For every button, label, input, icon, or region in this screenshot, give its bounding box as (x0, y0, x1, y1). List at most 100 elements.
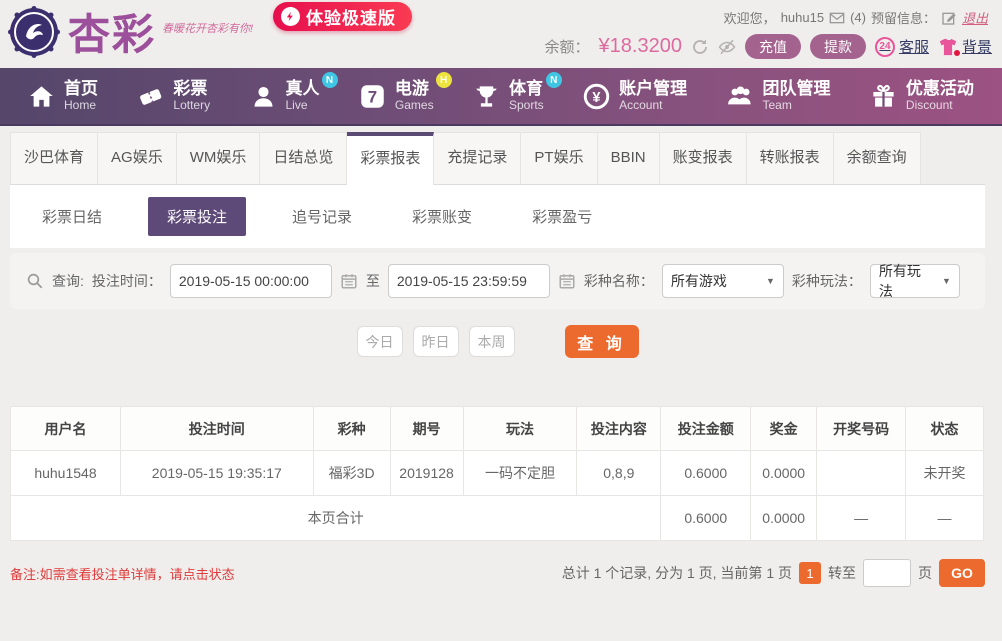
lottery-subtab-band: 彩票日结 彩票投注 追号记录 彩票账变 彩票盈亏 (10, 185, 985, 248)
mail-count[interactable]: (4) (850, 10, 866, 25)
edit-icon[interactable] (941, 10, 957, 26)
subtab-chase-records[interactable]: 追号记录 (278, 198, 366, 235)
tab-balance-query[interactable]: 余额查询 (833, 132, 921, 184)
nav-label-zh: 首页 (64, 79, 98, 99)
calendar-icon[interactable] (340, 272, 358, 290)
cell-status-link[interactable]: 未开奖 (905, 450, 984, 496)
subtab-lottery-profit-loss[interactable]: 彩票盈亏 (518, 198, 606, 235)
welcome-username: huhu15 (780, 10, 825, 25)
svg-text:7: 7 (368, 87, 377, 106)
nav-item-team[interactable]: 团队管理 Team (727, 79, 831, 112)
lightning-icon (281, 7, 300, 26)
main-navigation: 首页 Home 彩票 Lottery 真人 Live N 7 电游 Games H 体育… (0, 68, 1002, 126)
tab-ag[interactable]: AG娱乐 (98, 132, 177, 184)
background-link[interactable]: 背景 (938, 36, 992, 57)
withdraw-button[interactable]: 提款 (809, 34, 866, 59)
today-button[interactable]: 今日 (356, 326, 403, 357)
bet-time-label: 投注时间： (91, 273, 162, 289)
customer-service-link[interactable]: 24 客服 (874, 36, 929, 57)
main-content: 沙巴体育 AG娱乐 WM娱乐 日结总览 彩票报表 充提记录 PT娱乐 BBIN … (9, 132, 985, 587)
calendar-icon[interactable] (558, 272, 576, 290)
play-type-select-value: 所有玩法 (878, 263, 921, 299)
tab-deposit-withdraw[interactable]: 充提记录 (434, 132, 522, 184)
tab-shaba-sports[interactable]: 沙巴体育 (10, 132, 99, 184)
ticket-icon (140, 88, 162, 105)
nav-item-games[interactable]: 7 电游 Games H (359, 72, 452, 112)
subtab-lottery-bets[interactable]: 彩票投注 (148, 197, 247, 236)
col-prize: 奖金 (750, 406, 818, 451)
yesterday-button[interactable]: 昨日 (412, 326, 459, 357)
subtab-lottery-daily[interactable]: 彩票日结 (28, 198, 116, 235)
tab-lottery-report[interactable]: 彩票报表 (347, 132, 435, 185)
summary-label: 本页合计 (9, 495, 662, 541)
background-label: 背景 (961, 39, 992, 56)
nav-label-en: Live (285, 97, 308, 112)
nav-label-en: Games (394, 97, 434, 112)
col-username: 用户名 (10, 406, 121, 451)
tab-account-change[interactable]: 账变报表 (659, 132, 747, 184)
brand-tagline: 春暖花开杏彩有你! (162, 23, 254, 35)
nav-label-en: Account (619, 97, 663, 112)
tab-transfer-report[interactable]: 转账报表 (746, 132, 834, 184)
cell-prize: 0.0000 (750, 450, 818, 496)
nav-item-account[interactable]: ¥ 账户管理 Account (583, 79, 687, 112)
recharge-button[interactable]: 充值 (744, 34, 801, 59)
summary-prize-total: 0.0000 (750, 495, 818, 541)
nav-label-en: Discount (905, 97, 953, 112)
col-status: 状态 (905, 406, 984, 451)
brand-name: 杏彩 (68, 6, 156, 64)
game-select-value: 所有游戏 (670, 273, 727, 289)
live-dealer-icon (254, 86, 272, 107)
cell-draw-number (816, 450, 907, 496)
home-icon (30, 85, 53, 107)
trophy-icon (476, 85, 497, 107)
game-seven-icon: 7 (361, 84, 384, 108)
top-header: 杏彩 春暖花开杏彩有你! 体验极速版 欢迎您， huhu15 (4) 预留信息：… (0, 0, 1002, 68)
chevron-down-icon: ▼ (765, 276, 775, 286)
table-header-row: 用户名 投注时间 彩种 期号 玩法 投注内容 投注金额 奖金 开奖号码 状态 (10, 406, 984, 451)
hot-badge: H (435, 72, 452, 89)
tab-bbin[interactable]: BBIN (597, 132, 660, 184)
col-play-type: 玩法 (462, 406, 578, 451)
nav-label-zh: 团队管理 (762, 79, 831, 99)
tab-daily-overview[interactable]: 日结总览 (260, 132, 348, 184)
col-bet-time: 投注时间 (119, 406, 314, 451)
cell-play-type: 一码不定胆 (462, 450, 578, 496)
nav-label-zh: 彩票 (173, 79, 208, 99)
logout-link[interactable]: 退出 (962, 8, 988, 27)
game-select[interactable]: 所有游戏 ▼ (661, 264, 784, 298)
bet-time-to-input[interactable] (387, 264, 550, 298)
play-type-select[interactable]: 所有玩法 ▼ (869, 263, 960, 299)
bet-time-from-input[interactable] (169, 264, 332, 298)
nav-item-sports[interactable]: 体育 Sports N (473, 72, 562, 112)
quick-filter-row: 今日 昨日 本周 查 询 (10, 325, 985, 358)
team-icon (727, 85, 751, 104)
nav-item-discount[interactable]: 优惠活动 Discount (870, 79, 974, 112)
nav-item-home[interactable]: 首页 Home (28, 79, 98, 112)
this-week-button[interactable]: 本周 (468, 326, 515, 357)
page-number-input[interactable] (863, 559, 911, 587)
summary-bet-total: 0.6000 (660, 495, 752, 541)
new-badge: N (321, 72, 338, 89)
brand-logo[interactable]: 杏彩 春暖花开杏彩有你! (8, 6, 253, 64)
bet-records-table: 用户名 投注时间 彩种 期号 玩法 投注内容 投注金额 奖金 开奖号码 状态 h… (9, 406, 984, 541)
cell-username: huhu1548 (10, 450, 121, 496)
tab-wm[interactable]: WM娱乐 (176, 132, 261, 184)
nav-item-lottery[interactable]: 彩票 Lottery (137, 79, 210, 112)
balance-label: 余额： (544, 39, 590, 56)
eye-off-icon[interactable] (718, 38, 736, 56)
col-draw-number: 开奖号码 (816, 406, 907, 451)
tab-pt[interactable]: PT娱乐 (521, 132, 598, 184)
go-button[interactable]: GO (939, 559, 985, 587)
subtab-lottery-account-change[interactable]: 彩票账变 (398, 198, 486, 235)
search-button[interactable]: 查 询 (564, 325, 639, 358)
svg-text:¥: ¥ (593, 90, 602, 106)
speed-badge-label: 体验极速版 (306, 9, 396, 28)
current-page-button[interactable]: 1 (799, 562, 821, 584)
nav-label-zh: 电游 (394, 79, 429, 99)
play-type-label: 彩种玩法： (791, 273, 862, 289)
refresh-icon[interactable] (691, 38, 709, 56)
speed-version-badge[interactable]: 体验极速版 (273, 2, 412, 31)
mail-icon[interactable] (829, 10, 845, 26)
nav-item-live[interactable]: 真人 Live N (250, 72, 338, 112)
